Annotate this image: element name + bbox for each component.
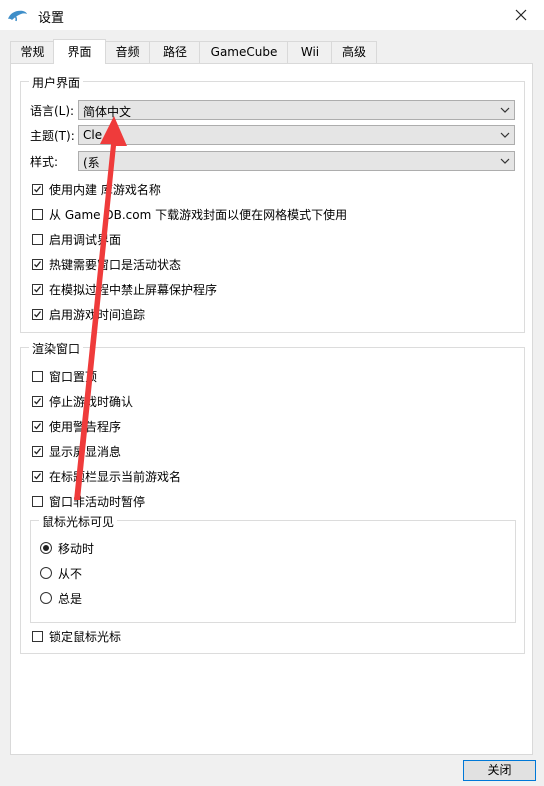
chevron-down-icon (500, 107, 510, 113)
dolphin-icon (8, 10, 27, 22)
tab-panel: 用户界面 语言(L): 简体中文 主题(T): Cle 样式: (系 使用内建 … (10, 63, 533, 755)
pause-on-focus-lost-checkbox[interactable]: 窗口非活动时暂停 (32, 493, 145, 509)
checkbox-box (32, 395, 43, 407)
hotkeys-focus-checkbox[interactable]: 热键需要窗口是活动状态 (32, 256, 181, 272)
close-button[interactable]: 关闭 (463, 760, 536, 781)
checkbox-box (32, 308, 43, 320)
theme-select[interactable]: Cle (78, 125, 515, 145)
use-builtin-names-checkbox[interactable]: 使用内建 库游戏名称 (32, 181, 161, 197)
disable-screensaver-checkbox[interactable]: 在模拟过程中禁止屏幕保护程序 (32, 281, 217, 297)
group-label: 鼠标光标可见 (39, 513, 118, 530)
radio-circle (40, 592, 52, 604)
osd-messages-checkbox[interactable]: 显示屏显消息 (32, 443, 121, 459)
checkbox-box (32, 445, 43, 457)
tab-interface[interactable]: 界面 (53, 39, 106, 64)
style-select[interactable]: (系 (78, 151, 515, 171)
language-select[interactable]: 简体中文 (78, 100, 515, 120)
playtime-tracking-checkbox[interactable]: 启用游戏时间追踪 (32, 306, 145, 322)
style-label: 样式: (30, 155, 59, 169)
chevron-down-icon (500, 158, 510, 164)
close-icon[interactable] (498, 0, 544, 30)
lock-cursor-checkbox[interactable]: 锁定鼠标光标 (32, 628, 121, 644)
checkbox-box (32, 283, 43, 295)
checkbox-box (32, 258, 43, 270)
window-title: 设置 (38, 11, 65, 26)
tab-advanced[interactable]: 高级 (331, 41, 377, 63)
title-bar: 设置 (0, 0, 544, 30)
tab-wii[interactable]: Wii (287, 41, 333, 63)
download-covers-checkbox[interactable]: 从 Game DB.com 下载游戏封面以便在网格模式下使用 (32, 206, 347, 222)
tab-gamecube[interactable]: GameCube (199, 41, 289, 63)
cursor-never-radio[interactable]: 从不 (40, 565, 82, 581)
use-panic-handlers-checkbox[interactable]: 使用警告程序 (32, 418, 121, 434)
checkbox-box (32, 233, 43, 245)
group-label: 用户界面 (29, 74, 84, 91)
cursor-always-radio[interactable]: 总是 (40, 590, 82, 606)
tab-general[interactable]: 常规 (10, 41, 55, 63)
checkbox-box (32, 370, 43, 382)
tab-audio[interactable]: 音频 (104, 41, 151, 63)
debug-ui-checkbox[interactable]: 启用调试界面 (32, 231, 121, 247)
cursor-on-movement-radio[interactable]: 移动时 (40, 540, 94, 556)
radio-circle (40, 542, 52, 554)
radio-circle (40, 567, 52, 579)
user-interface-group: 用户界面 语言(L): 简体中文 主题(T): Cle 样式: (系 使用内建 … (20, 74, 525, 333)
checkbox-box (32, 495, 43, 507)
tab-paths[interactable]: 路径 (149, 41, 201, 63)
checkbox-box (32, 470, 43, 482)
checkbox-box (32, 420, 43, 432)
group-label: 渲染窗口 (29, 340, 84, 357)
confirm-stop-checkbox[interactable]: 停止游戏时确认 (32, 393, 133, 409)
title-game-name-checkbox[interactable]: 在标题栏显示当前游戏名 (32, 468, 181, 484)
keep-on-top-checkbox[interactable]: 窗口置顶 (32, 368, 97, 384)
render-window-group: 渲染窗口 窗口置顶 停止游戏时确认 使用警告程序 显示屏显消息 在标题栏显示当前… (20, 340, 525, 654)
checkbox-box (32, 630, 43, 642)
theme-label: 主题(T): (30, 129, 75, 143)
language-label: 语言(L): (30, 104, 75, 118)
cursor-visibility-group: 鼠标光标可见 移动时 从不 总是 (30, 513, 516, 623)
checkbox-box (32, 208, 43, 220)
chevron-down-icon (500, 132, 510, 138)
checkbox-box (32, 183, 43, 195)
